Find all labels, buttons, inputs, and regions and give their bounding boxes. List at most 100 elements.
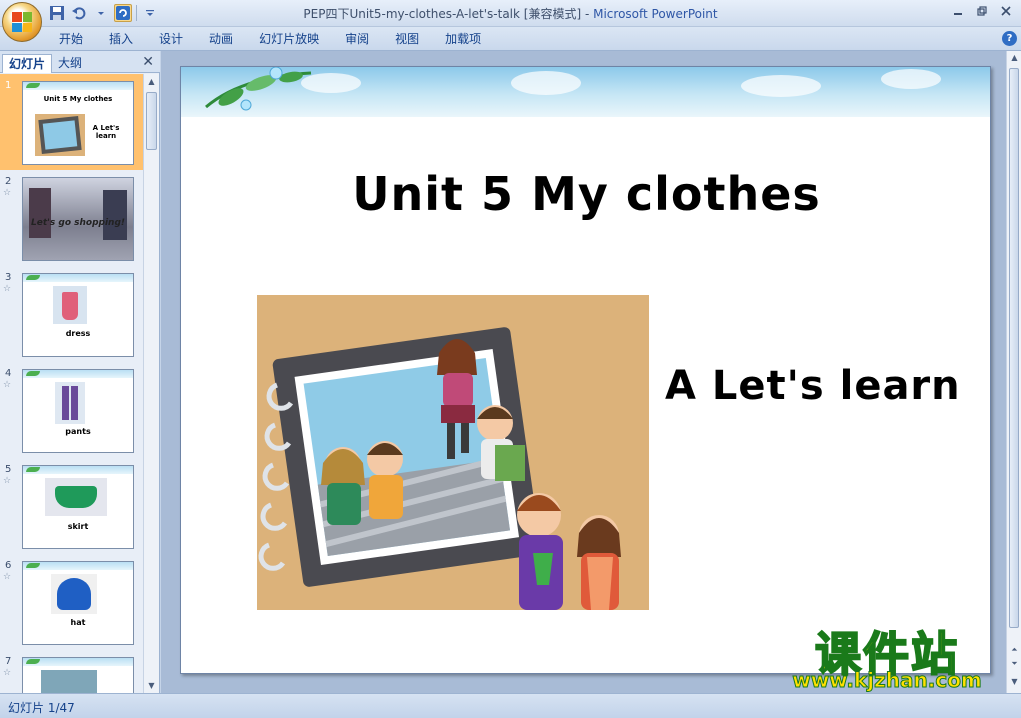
cloud-decoration (881, 69, 941, 89)
document-name: PEP四下Unit5-my-clothes-A-let's-talk [兼容模式… (303, 7, 582, 21)
slide-thumbnail[interactable] (22, 657, 134, 693)
slide-number: 7 (5, 656, 12, 667)
animation-star-icon: ☆ (3, 476, 12, 486)
close-icon[interactable]: ✕ (142, 54, 154, 70)
slide-thumbnail[interactable]: Unit 5 My clothes A Let's learn (22, 81, 134, 165)
repeat-icon (116, 6, 130, 20)
tab-slideshow[interactable]: 幻灯片放映 (246, 30, 332, 48)
tab-view[interactable]: 视图 (382, 30, 432, 48)
tab-insert[interactable]: 插入 (96, 30, 146, 48)
slide-number: 5 (5, 464, 12, 475)
window-controls (947, 2, 1017, 20)
tab-slides[interactable]: 幻灯片 (2, 54, 53, 73)
tab-design[interactable]: 设计 (146, 30, 196, 48)
thumbnail-row[interactable]: 7 ☆ (0, 650, 143, 693)
ribbon-tabs-bar: 开始 插入 设计 动画 幻灯片放映 审阅 视图 加载项 ? (0, 27, 1021, 51)
status-bar: 幻灯片 1/47 (0, 693, 1021, 718)
slide-number: 2 (5, 176, 12, 187)
slide-editing-area: Unit 5 My clothes A Let's learn (161, 51, 1006, 693)
undo-icon (72, 7, 86, 20)
slide-counter: 幻灯片 1/47 (8, 701, 75, 715)
thumb-skirt-picture (45, 478, 107, 516)
tab-animations[interactable]: 动画 (196, 30, 246, 48)
thumb-pants-picture (55, 382, 85, 424)
scroll-down-icon[interactable]: ▼ (1007, 677, 1021, 686)
help-icon[interactable]: ? (1002, 31, 1017, 46)
undo-button[interactable] (70, 4, 88, 22)
restore-icon (977, 6, 987, 16)
slide-thumbnail[interactable]: pants (22, 369, 134, 453)
thumb-subtitle: A Let's learn (92, 124, 120, 140)
tab-home[interactable]: 开始 (46, 30, 96, 48)
app-name: Microsoft PowerPoint (593, 7, 718, 21)
thumbnail-row[interactable]: 5 ☆ skirt (0, 458, 143, 554)
undo-dropdown[interactable] (92, 4, 110, 22)
animation-star-icon: ☆ (3, 188, 12, 198)
slide-title[interactable]: Unit 5 My clothes (181, 167, 990, 221)
scroll-up-icon[interactable]: ▲ (1007, 53, 1021, 62)
slide-thumbnail[interactable]: Let's go shopping! (22, 177, 134, 261)
panel-tabs: 幻灯片 大纲 ✕ (0, 51, 160, 73)
thumbnail-row[interactable]: 6 ☆ hat (0, 554, 143, 650)
ribbon-tabs: 开始 插入 设计 动画 幻灯片放映 审阅 视图 加载项 (46, 30, 494, 48)
powerpoint-window: PEP四下Unit5-my-clothes-A-let's-talk [兼容模式… (0, 0, 1021, 718)
redo-button[interactable] (114, 4, 132, 22)
slide-thumbnail[interactable]: hat (22, 561, 134, 645)
scrollbar-thumb[interactable] (1009, 68, 1019, 628)
title-separator: - (581, 7, 594, 21)
animation-star-icon: ☆ (3, 572, 12, 582)
minimize-button[interactable] (947, 2, 969, 20)
thumbnail-row[interactable]: 3 ☆ dress (0, 266, 143, 362)
album-illustration (257, 295, 649, 610)
thumbnail-list: 1 Unit 5 My clothes A Let's learn 2 ☆ Le… (0, 74, 143, 693)
thumb-title: Unit 5 My clothes (43, 95, 113, 103)
toolbar-separator (136, 5, 137, 21)
slide-number: 6 (5, 560, 12, 571)
cloud-decoration (511, 71, 581, 95)
scrollbar-thumb[interactable] (146, 92, 157, 150)
slide-number: 3 (5, 272, 12, 283)
thumb-label: pants (65, 427, 91, 436)
slide-thumbnail[interactable]: dress (22, 273, 134, 357)
thumbnail-row[interactable]: 2 ☆ Let's go shopping! (0, 170, 143, 266)
slide-subtitle[interactable]: A Let's learn (665, 363, 961, 409)
thumb-hat-picture (51, 574, 97, 614)
slide-number: 4 (5, 368, 12, 379)
restore-button[interactable] (971, 2, 993, 20)
current-slide[interactable]: Unit 5 My clothes A Let's learn (180, 66, 991, 674)
watermark-url: www.kjzhan.com (792, 668, 983, 693)
save-button[interactable] (48, 4, 66, 22)
thumb-picture (41, 670, 97, 693)
chevron-down-icon (98, 12, 104, 15)
thumbnail-scrollbar[interactable]: ▲ ▼ (143, 74, 159, 693)
thumbnail-row[interactable]: 1 Unit 5 My clothes A Let's learn (0, 74, 143, 170)
animation-star-icon: ☆ (3, 668, 12, 678)
thumb-label: skirt (67, 522, 89, 531)
chevron-down-icon (146, 10, 154, 16)
tab-review[interactable]: 审阅 (332, 30, 382, 48)
office-button[interactable] (2, 2, 42, 42)
next-slide-icon[interactable]: ⏷ (1007, 659, 1021, 669)
scroll-up-icon[interactable]: ▲ (144, 74, 159, 89)
thumb-clothes-rack (29, 188, 51, 238)
title-bar: PEP四下Unit5-my-clothes-A-let's-talk [兼容模式… (0, 0, 1021, 27)
thumb-dress-picture (53, 286, 87, 324)
tab-addins[interactable]: 加载项 (432, 30, 494, 48)
thumb-clothes-rack (103, 190, 127, 240)
scroll-down-icon[interactable]: ▼ (144, 678, 159, 693)
close-button[interactable] (995, 2, 1017, 20)
slide-number: 1 (5, 80, 12, 91)
thumbnail-row[interactable]: 4 ☆ pants (0, 362, 143, 458)
slide-thumbnail[interactable]: skirt (22, 465, 134, 549)
leaf-vine-icon (205, 67, 312, 111)
slide-scrollbar[interactable]: ▲ ⏶ ⏷ ▼ (1006, 51, 1021, 693)
minimize-icon (954, 13, 962, 15)
customize-toolbar-button[interactable] (141, 4, 159, 22)
tab-outline[interactable]: 大纲 (52, 54, 88, 73)
cloud-decoration (741, 75, 821, 97)
slides-panel: 幻灯片 大纲 ✕ 1 Unit 5 My clothes A Let's lea… (0, 51, 160, 693)
kids-photo-album-picture (257, 295, 649, 610)
thumb-label: dress (65, 329, 91, 338)
thumb-label: Let's go shopping! (30, 218, 126, 228)
previous-slide-icon[interactable]: ⏶ (1007, 645, 1021, 655)
